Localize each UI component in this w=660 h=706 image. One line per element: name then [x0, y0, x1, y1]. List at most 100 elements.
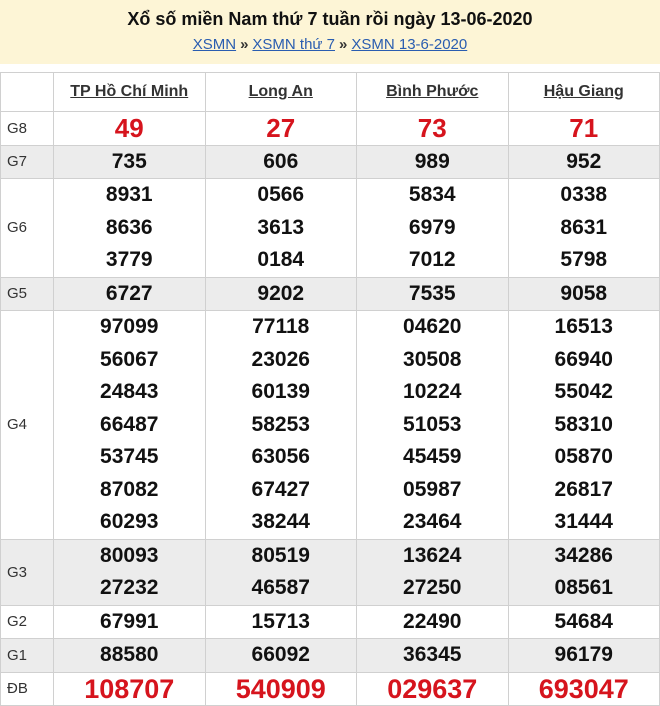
result-number: 63056	[251, 445, 310, 468]
result-number: 3613	[257, 215, 305, 239]
result-cell: 9058	[507, 276, 660, 311]
result-number: 49	[114, 113, 144, 143]
result-number: 8631	[560, 215, 608, 239]
prize-label: G4	[0, 310, 54, 540]
province-name[interactable]: TP Hồ Chí Minh	[70, 83, 188, 100]
result-number: 15713	[251, 609, 310, 633]
result-number: 989	[414, 149, 450, 173]
result-number: 31444	[554, 510, 613, 533]
prize-label: G8	[0, 111, 54, 146]
province-header-row: TP Hồ Chí Minh Long An Bình Phước Hậu Gi…	[0, 72, 660, 112]
result-number: 53745	[100, 445, 159, 468]
result-cell: 73	[356, 111, 509, 146]
result-cell: 540909	[204, 671, 357, 706]
province-long-an[interactable]: Long An	[204, 72, 357, 112]
result-number: 45459	[403, 445, 462, 468]
result-number: 735	[111, 149, 147, 173]
result-number: 08561	[554, 576, 613, 599]
result-number: 05870	[554, 445, 613, 468]
result-cell: 13624 27250	[356, 538, 509, 606]
result-number: 27250	[403, 576, 462, 599]
prize-row: G4 97099 56067 24843 66487 53745 87082 60293 771…	[0, 310, 660, 540]
result-cell: 36345	[356, 638, 509, 673]
result-number: 51053	[403, 412, 462, 436]
result-number: 38244	[251, 510, 310, 533]
result-number: 029637	[387, 673, 478, 704]
result-number: 16513	[554, 315, 613, 338]
prize-row: G7 735 606 989 952	[0, 144, 660, 179]
result-number: 67427	[251, 477, 310, 501]
province-binh-phuoc[interactable]: Bình Phước	[356, 72, 509, 112]
result-number: 80519	[251, 543, 310, 567]
province-name[interactable]: Long An	[249, 83, 313, 100]
result-number: 6727	[105, 281, 153, 305]
province-hcm[interactable]: TP Hồ Chí Minh	[53, 72, 206, 112]
result-cell: 606	[204, 144, 357, 179]
result-number: 36345	[403, 643, 462, 666]
result-number: 0338	[560, 183, 608, 206]
result-number: 05987	[403, 477, 462, 501]
result-cell: 952	[507, 144, 660, 179]
prize-row: G8 49 27 73 71	[0, 111, 660, 146]
province-name[interactable]: Bình Phước	[386, 83, 478, 100]
prize-label: G1	[0, 638, 54, 673]
prize-label: G6	[0, 178, 54, 278]
prize-row: G6 8931 8636 3779 0566 3613 0184 5834 6979 7012 03…	[0, 178, 660, 278]
province-name[interactable]: Hậu Giang	[544, 83, 624, 100]
result-cell: 693047	[507, 671, 660, 706]
result-cell: 34286 08561	[507, 538, 660, 606]
result-number: 80093	[100, 543, 159, 567]
breadcrumb-xsmn[interactable]: XSMN	[193, 36, 236, 53]
result-number: 10224	[403, 380, 462, 403]
result-cell: 96179	[507, 638, 660, 673]
result-number: 73	[417, 113, 447, 143]
result-cell: 66092	[204, 638, 357, 673]
result-number: 540909	[235, 673, 326, 704]
result-number: 60293	[100, 510, 159, 533]
result-number: 606	[263, 149, 299, 173]
result-cell: 67991	[53, 604, 206, 639]
result-number: 66487	[100, 412, 159, 436]
breadcrumb-xsmn-date[interactable]: XSMN 13-6-2020	[351, 36, 467, 53]
result-number: 3779	[105, 248, 153, 271]
result-number: 34286	[554, 543, 613, 567]
result-number: 5798	[560, 248, 608, 271]
prize-label: G3	[0, 538, 54, 606]
breadcrumb-separator: »	[240, 36, 249, 53]
prize-label: G2	[0, 604, 54, 639]
result-number: 60139	[251, 380, 310, 403]
result-number: 56067	[100, 347, 159, 371]
results-table: TP Hồ Chí Minh Long An Bình Phước Hậu Gi…	[0, 72, 660, 706]
result-cell: 54684	[507, 604, 660, 639]
result-number: 66940	[554, 347, 613, 371]
result-number: 23026	[251, 347, 310, 371]
prize-row: G1 88580 66092 36345 96179	[0, 638, 660, 673]
result-number: 71	[569, 113, 599, 143]
province-hau-giang[interactable]: Hậu Giang	[507, 72, 660, 112]
result-number: 693047	[538, 673, 629, 704]
result-number: 26817	[554, 477, 613, 501]
result-number: 23464	[403, 510, 462, 533]
result-cell: 029637	[356, 671, 509, 706]
breadcrumb-xsmn-thu-7[interactable]: XSMN thứ 7	[252, 36, 335, 53]
page-title: Xổ số miền Nam thứ 7 tuần rồi ngày 13-06…	[127, 9, 533, 29]
result-cell: 8931 8636 3779	[53, 178, 206, 278]
prize-row: G5 6727 9202 7535 9058	[0, 276, 660, 311]
result-number: 77118	[252, 315, 310, 338]
result-cell: 0566 3613 0184	[204, 178, 357, 278]
result-number: 952	[566, 149, 602, 173]
result-cell: 04620 30508 10224 51053 45459 05987 23464	[356, 310, 509, 540]
result-number: 55042	[554, 380, 613, 403]
result-cell: 71	[507, 111, 660, 146]
result-number: 0566	[257, 183, 305, 206]
result-number: 24843	[100, 380, 159, 403]
result-cell: 16513 66940 55042 58310 05870 26817 31444	[507, 310, 660, 540]
result-cell: 989	[356, 144, 509, 179]
result-cell: 5834 6979 7012	[356, 178, 509, 278]
result-cell: 88580	[53, 638, 206, 673]
result-cell: 9202	[204, 276, 357, 311]
result-number: 108707	[84, 673, 175, 704]
result-number: 7012	[408, 248, 456, 271]
prize-label: ĐB	[0, 671, 54, 706]
result-number: 0184	[257, 248, 305, 271]
